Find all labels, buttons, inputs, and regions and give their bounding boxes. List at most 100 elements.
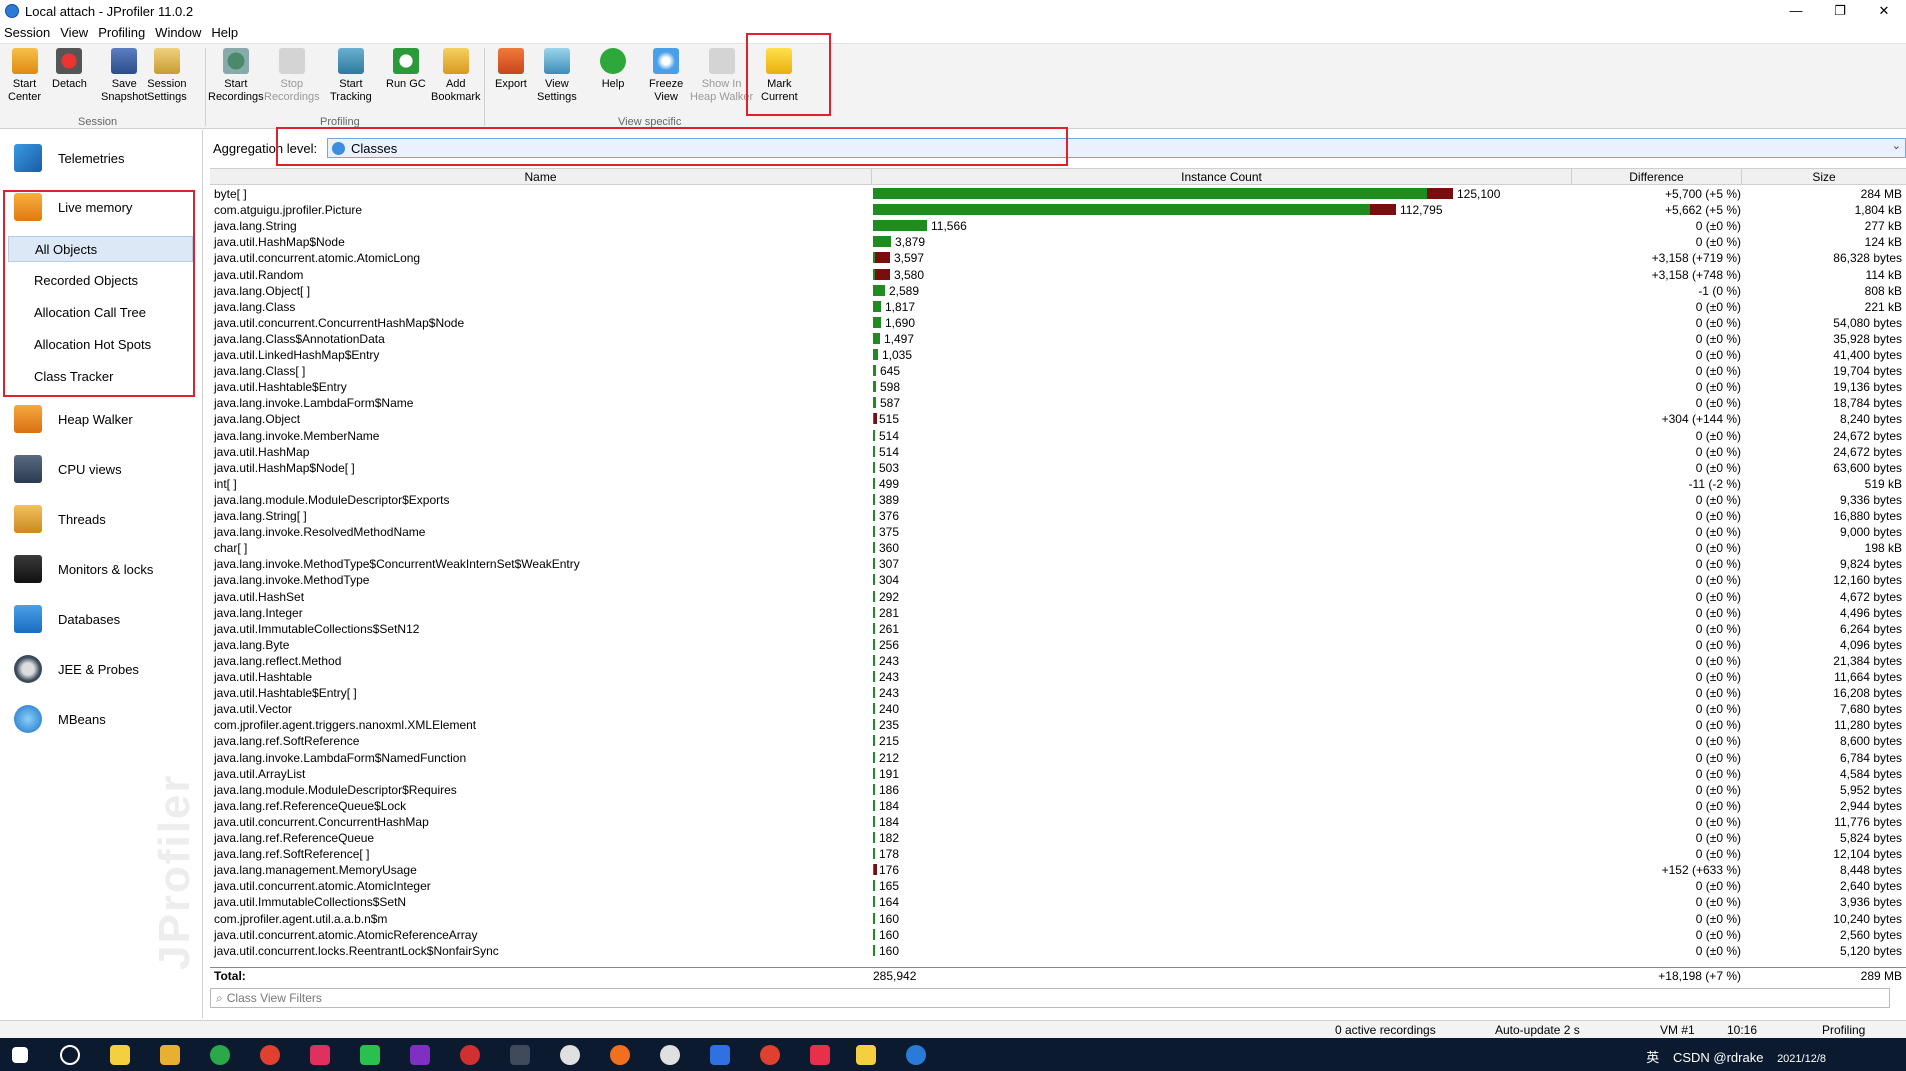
add-bookmark-button[interactable]: Add Bookmark [431, 48, 481, 104]
table-row[interactable]: byte[ ] 125,100 +5,700 (+5 %) 284 MB [210, 186, 1906, 202]
close-button[interactable]: ✕ [1862, 0, 1906, 22]
export-button[interactable]: Export [495, 48, 527, 91]
app-icon[interactable] [660, 1045, 680, 1065]
detach-button[interactable]: Detach [52, 48, 87, 91]
sticky-notes-icon[interactable] [110, 1045, 130, 1065]
app-icon[interactable] [560, 1045, 580, 1065]
restore-button[interactable]: ❐ [1818, 0, 1862, 22]
table-row[interactable]: java.util.LinkedHashMap$Entry 1,035 0 (±0 … [210, 347, 1906, 363]
table-row[interactable]: char[ ] 360 0 (±0 %) 198 kB [210, 540, 1906, 556]
table-row[interactable]: java.util.HashMap 514 0 (±0 %) 24,672 bytes [210, 444, 1906, 460]
search-icon[interactable] [60, 1045, 80, 1065]
table-row[interactable]: java.lang.ref.ReferenceQueue 182 0 (±0 %) 5… [210, 830, 1906, 846]
table-row[interactable]: java.lang.ref.SoftReference 215 0 (±0 %) 8,… [210, 733, 1906, 749]
stop-recordings-button[interactable]: Stop Recordings [264, 48, 320, 104]
sidebar-item-monitors-locks[interactable]: Monitors & locks [14, 555, 153, 583]
save-snapshot-button[interactable]: Save Snapshot [101, 48, 147, 104]
session-settings-button[interactable]: Session Settings [147, 48, 187, 104]
windows-start-icon[interactable] [12, 1047, 28, 1063]
onenote-icon[interactable] [410, 1045, 430, 1065]
table-row[interactable]: java.util.concurrent.locks.ReentrantLock… [210, 943, 1906, 959]
table-row[interactable]: java.util.concurrent.ConcurrentHashMap$N… [210, 315, 1906, 331]
table-row[interactable]: java.util.concurrent.atomic.AtomicIntege… [210, 878, 1906, 894]
table-row[interactable]: java.lang.invoke.MethodType$ConcurrentWe… [210, 556, 1906, 572]
table-row[interactable]: java.lang.module.ModuleDescriptor$Requir… [210, 782, 1906, 798]
table-row[interactable]: java.lang.invoke.ResolvedMethodName 375 0 … [210, 524, 1906, 540]
table-row[interactable]: java.util.ArrayList 191 0 (±0 %) 4,584 byte… [210, 766, 1906, 782]
start-center-button[interactable]: Start Center [8, 48, 41, 104]
table-row[interactable]: java.util.Hashtable$Entry 598 0 (±0 %) 19,1… [210, 379, 1906, 395]
run-gc-button[interactable]: Run GC [386, 48, 426, 91]
sidebar-item-heap-walker[interactable]: Heap Walker [14, 405, 133, 433]
table-row[interactable]: java.lang.Class 1,817 0 (±0 %) 221 kB [210, 299, 1906, 315]
table-row[interactable]: java.lang.reflect.Method 243 0 (±0 %) 21,38… [210, 653, 1906, 669]
show-in-heap-walker-button[interactable]: Show In Heap Walker [690, 48, 753, 104]
col-name-header[interactable]: Name [210, 169, 872, 185]
view-settings-button[interactable]: View Settings [537, 48, 577, 104]
table-row[interactable]: java.util.concurrent.atomic.AtomicRefere… [210, 927, 1906, 943]
table-row[interactable]: java.util.HashSet 292 0 (±0 %) 4,672 bytes [210, 589, 1906, 605]
help-button[interactable]: Help [600, 48, 626, 91]
col-count-header[interactable]: Instance Count [872, 169, 1572, 185]
table-row[interactable]: java.lang.ref.ReferenceQueue$Lock 184 0 (±… [210, 798, 1906, 814]
table-row[interactable]: java.lang.Class[ ] 645 0 (±0 %) 19,704 byte… [210, 363, 1906, 379]
table-row[interactable]: java.lang.ref.SoftReference[ ] 178 0 (±0 %… [210, 846, 1906, 862]
table-row[interactable]: java.util.Hashtable 243 0 (±0 %) 11,664 byt… [210, 669, 1906, 685]
sidebar-item-telemetries[interactable]: Telemetries [14, 144, 124, 172]
table-row[interactable]: java.lang.Object 515 +304 (+144 %) 8,240 by… [210, 411, 1906, 427]
input-language[interactable]: 英 [1646, 1050, 1659, 1065]
table-row[interactable]: java.lang.Integer 281 0 (±0 %) 4,496 bytes [210, 605, 1906, 621]
start-tracking-button[interactable]: Start Tracking [330, 48, 372, 104]
chrome-icon[interactable] [760, 1045, 780, 1065]
table-row[interactable]: java.lang.String 11,566 0 (±0 %) 277 kB [210, 218, 1906, 234]
app-icon[interactable] [610, 1045, 630, 1065]
table-row[interactable]: java.lang.Class$AnnotationData 1,497 0 (±0… [210, 331, 1906, 347]
table-row[interactable]: java.util.ImmutableCollections$SetN12 261… [210, 621, 1906, 637]
app-icon[interactable] [210, 1045, 230, 1065]
app-icon[interactable] [810, 1045, 830, 1065]
menu-view[interactable]: View [60, 25, 88, 40]
sidebar-item-threads[interactable]: Threads [14, 505, 106, 533]
app-icon[interactable] [510, 1045, 530, 1065]
freeze-view-button[interactable]: Freeze View [649, 48, 683, 104]
table-row[interactable]: com.jprofiler.agent.util.a.a.b.n$m 160 0 (… [210, 911, 1906, 927]
menu-help[interactable]: Help [211, 25, 238, 40]
sidebar-item-jee-probes[interactable]: JEE & Probes [14, 655, 139, 683]
table-row[interactable]: java.lang.invoke.LambdaForm$NamedFunctio… [210, 750, 1906, 766]
pycharm-icon[interactable] [360, 1045, 380, 1065]
table-row[interactable]: java.util.HashMap$Node 3,879 0 (±0 %) 124 k… [210, 234, 1906, 250]
table-row[interactable]: java.lang.module.ModuleDescriptor$Export… [210, 492, 1906, 508]
table-row[interactable]: java.util.HashMap$Node[ ] 503 0 (±0 %) 63,6… [210, 460, 1906, 476]
intellij-icon[interactable] [310, 1045, 330, 1065]
terminal-icon[interactable] [710, 1045, 730, 1065]
jprofiler-taskbar-icon[interactable] [906, 1045, 926, 1065]
table-row[interactable]: java.lang.Byte 256 0 (±0 %) 4,096 bytes [210, 637, 1906, 653]
table-row[interactable]: java.util.Random 3,580 +3,158 (+748 %) 114 … [210, 267, 1906, 283]
table-row[interactable]: java.util.Hashtable$Entry[ ] 243 0 (±0 %) 1… [210, 685, 1906, 701]
col-size-header[interactable]: Size [1742, 169, 1906, 185]
col-diff-header[interactable]: Difference [1572, 169, 1742, 185]
chrome-icon[interactable] [260, 1045, 280, 1065]
sidebar-item-mbeans[interactable]: MBeans [14, 705, 106, 733]
class-view-filter[interactable]: ⌕ Class View Filters [210, 988, 1890, 1008]
chevron-down-icon[interactable]: ⌄ [1892, 139, 1901, 152]
sidebar-item-cpu-views[interactable]: CPU views [14, 455, 122, 483]
menu-session[interactable]: Session [4, 25, 50, 40]
table-row[interactable]: java.lang.invoke.MethodType 304 0 (±0 %) 12… [210, 572, 1906, 588]
app-icon[interactable] [460, 1045, 480, 1065]
folder-icon[interactable] [160, 1045, 180, 1065]
table-row[interactable]: java.lang.Object[ ] 2,589 -1 (0 %) 808 kB [210, 283, 1906, 299]
sidebar-item-databases[interactable]: Databases [14, 605, 120, 633]
table-row[interactable]: java.util.Vector 240 0 (±0 %) 7,680 bytes [210, 701, 1906, 717]
table-row[interactable]: java.lang.management.MemoryUsage 176 +152 … [210, 862, 1906, 878]
table-row[interactable]: com.atguigu.jprofiler.Picture 112,795 +5,6… [210, 202, 1906, 218]
minimize-button[interactable]: — [1774, 0, 1818, 22]
table-row[interactable]: java.lang.invoke.LambdaForm$Name 587 0 (±0… [210, 395, 1906, 411]
table-row[interactable]: java.lang.String[ ] 376 0 (±0 %) 16,880 byt… [210, 508, 1906, 524]
table-row[interactable]: int[ ] 499 -11 (-2 %) 519 kB [210, 476, 1906, 492]
autoupdate-status[interactable]: Auto-update 2 s [1495, 1021, 1580, 1039]
app-icon[interactable] [856, 1045, 876, 1065]
table-row[interactable]: java.util.concurrent.atomic.AtomicLong 3,… [210, 250, 1906, 266]
table-row[interactable]: java.util.concurrent.ConcurrentHashMap 18… [210, 814, 1906, 830]
start-recordings-button[interactable]: Start Recordings [208, 48, 264, 104]
